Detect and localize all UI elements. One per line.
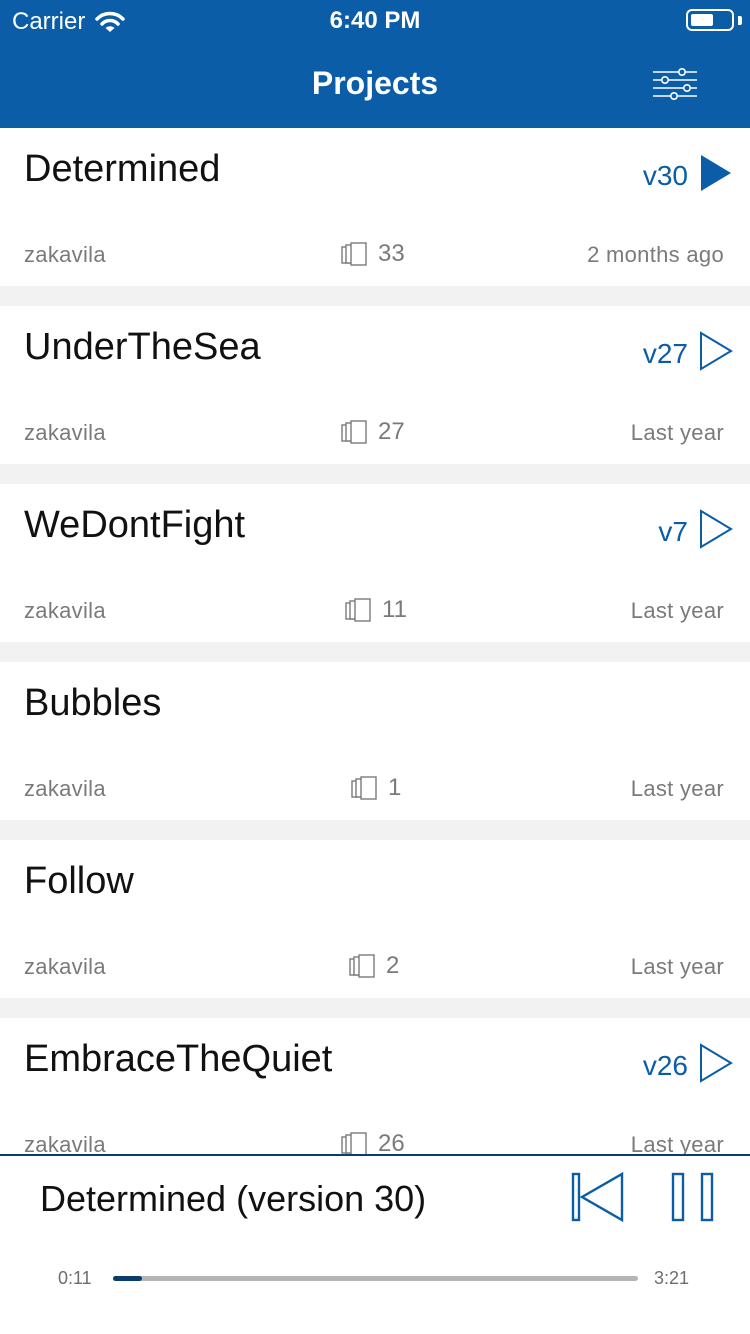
project-title: Bubbles <box>24 682 162 724</box>
files-icon <box>341 420 367 444</box>
modified-time: Last year <box>630 776 724 801</box>
files-icon <box>341 1132 367 1154</box>
owner-name: zakavila <box>24 954 106 979</box>
project-card[interactable]: Follow zakavila 2 Last year <box>0 840 750 998</box>
status-time: 6:40 PM <box>329 7 421 34</box>
version-label[interactable]: v7 <box>658 516 688 548</box>
owner-name: zakavila <box>24 776 106 801</box>
status-bar: Carrier 6:40 PM <box>0 0 750 40</box>
file-count-value: 33 <box>378 240 405 267</box>
battery-icon <box>686 9 734 31</box>
file-count: 26 <box>340 1130 405 1154</box>
project-title: Follow <box>24 860 134 902</box>
now-playing-title: Determined (version 30) <box>40 1178 427 1219</box>
files-icon <box>341 242 367 266</box>
version-label[interactable]: v26 <box>643 1050 688 1082</box>
navigation-bar: Projects <box>0 40 750 128</box>
total-time: 3:21 <box>654 1268 690 1288</box>
file-count: 2 <box>348 952 399 980</box>
progress-slider[interactable] <box>113 1276 638 1281</box>
play-outline-icon[interactable] <box>698 508 734 550</box>
play-outline-icon[interactable] <box>698 1042 734 1084</box>
modified-time: Last year <box>630 1132 724 1154</box>
files-icon <box>351 776 377 800</box>
project-card[interactable]: Bubbles zakavila 1 Last year <box>0 662 750 820</box>
modified-time: 2 months ago <box>587 242 724 267</box>
elapsed-time: 0:11 <box>58 1268 92 1288</box>
pause-icon[interactable] <box>670 1170 716 1224</box>
battery-tip <box>738 16 742 25</box>
file-count-value: 26 <box>378 1130 405 1154</box>
project-card[interactable]: Determined v30 zakavila 33 2 months ago <box>0 128 750 286</box>
files-icon <box>345 598 371 622</box>
play-icon[interactable] <box>698 152 734 194</box>
owner-name: zakavila <box>24 598 106 623</box>
file-count-value: 27 <box>378 418 405 445</box>
file-count: 27 <box>340 418 405 446</box>
version-label[interactable]: v27 <box>643 338 688 370</box>
project-title: Determined <box>24 148 221 190</box>
modified-time: Last year <box>630 598 724 623</box>
file-count: 33 <box>340 240 405 268</box>
skip-back-icon[interactable] <box>570 1170 626 1224</box>
file-count-value: 2 <box>386 952 400 979</box>
owner-name: zakavila <box>24 242 106 267</box>
projects-list[interactable]: Determined v30 zakavila 33 2 months ago … <box>0 128 750 1154</box>
project-title: EmbraceTheQuiet <box>24 1038 333 1080</box>
files-icon <box>349 954 375 978</box>
project-title: UnderTheSea <box>24 326 261 368</box>
modified-time: Last year <box>630 420 724 445</box>
modified-time: Last year <box>630 954 724 979</box>
project-card[interactable]: WeDontFight v7 zakavila 11 Last year <box>0 484 750 642</box>
project-card[interactable]: EmbraceTheQuiet v26 zakavila 26 Last yea… <box>0 1018 750 1154</box>
progress-fill <box>113 1276 142 1281</box>
file-count: 1 <box>350 774 401 802</box>
mini-player: Determined (version 30) 0:11 3:21 <box>0 1154 750 1334</box>
project-title: WeDontFight <box>24 504 246 546</box>
file-count: 11 <box>344 596 407 624</box>
owner-name: zakavila <box>24 420 106 445</box>
project-card[interactable]: UnderTheSea v27 zakavila 27 Last year <box>0 306 750 464</box>
file-count-value: 1 <box>388 774 402 801</box>
owner-name: zakavila <box>24 1132 106 1154</box>
play-outline-icon[interactable] <box>698 330 734 372</box>
page-title: Projects <box>311 65 439 101</box>
file-count-value: 11 <box>382 596 407 623</box>
version-label[interactable]: v30 <box>643 160 688 192</box>
sliders-icon[interactable] <box>652 68 698 104</box>
